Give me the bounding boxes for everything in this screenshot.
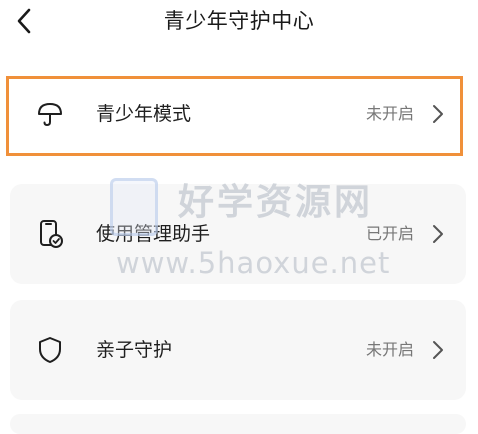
parental-guard-row[interactable]: 亲子守护 未开启 bbox=[10, 300, 466, 400]
page-title: 青少年守护中心 bbox=[163, 9, 315, 33]
youth-mode-status: 未开启 bbox=[365, 104, 414, 123]
phone-check-icon bbox=[36, 220, 64, 248]
usage-assistant-label: 使用管理助手 bbox=[96, 223, 211, 245]
parental-guard-status: 未开启 bbox=[365, 340, 414, 359]
chevron-right-icon bbox=[430, 221, 446, 247]
parental-guard-label: 亲子守护 bbox=[96, 339, 173, 361]
list-item[interactable] bbox=[10, 414, 466, 434]
youth-mode-row[interactable]: 青少年模式 未开启 bbox=[10, 76, 466, 152]
umbrella-icon bbox=[36, 100, 64, 128]
youth-mode-label: 青少年模式 bbox=[96, 103, 192, 125]
chevron-right-icon bbox=[430, 337, 446, 363]
shield-icon bbox=[36, 336, 64, 364]
usage-assistant-status: 已开启 bbox=[365, 224, 414, 243]
chevron-right-icon bbox=[430, 101, 446, 127]
header-bar: 青少年守护中心 bbox=[0, 0, 478, 48]
usage-assistant-row[interactable]: 使用管理助手 已开启 bbox=[10, 184, 466, 284]
